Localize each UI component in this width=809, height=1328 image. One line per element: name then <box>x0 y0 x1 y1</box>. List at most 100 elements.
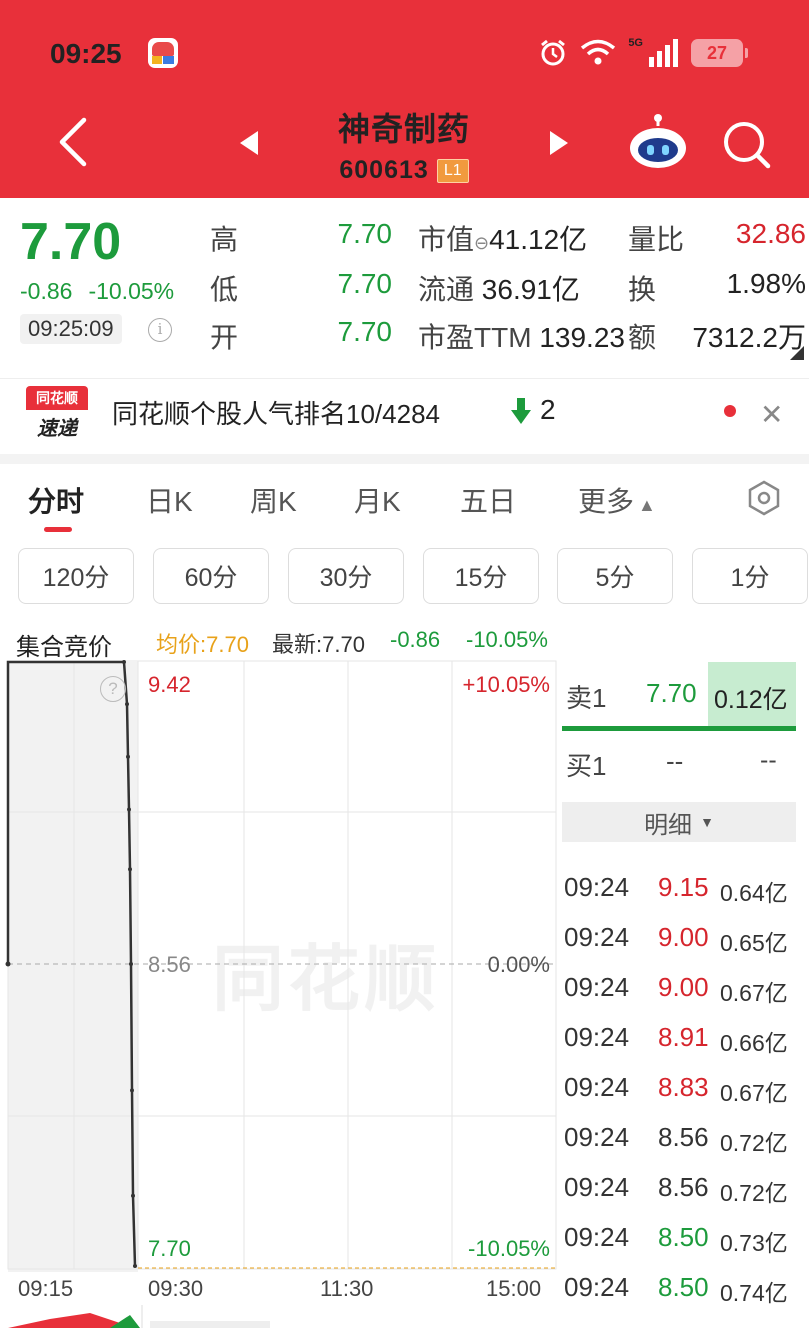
tick-volume: 0.72亿 <box>720 1130 788 1156</box>
pe-label: 市盈TTM <box>418 322 532 353</box>
turnover-label: 换 <box>628 274 657 305</box>
robot-assistant-icon[interactable] <box>626 112 690 172</box>
tick-row: 09:24 9.00 0.65亿 <box>562 922 802 972</box>
x-label-0915: 09:15 <box>18 1276 74 1301</box>
tick-volume: 0.72亿 <box>720 1180 788 1206</box>
prev-stock-button[interactable] <box>236 128 262 158</box>
y-label-mid: 8.56 <box>148 952 191 977</box>
tick-volume: 0.73亿 <box>720 1230 788 1256</box>
tick-volume: 0.66亿 <box>720 1030 788 1056</box>
info-icon[interactable]: i <box>148 318 172 342</box>
tick-row: 09:24 9.00 0.67亿 <box>562 972 802 1022</box>
tick-row: 09:24 8.50 0.73亿 <box>562 1222 802 1272</box>
market-cap-label: 市值 <box>418 224 475 255</box>
tick-row: 09:24 9.15 0.64亿 <box>562 872 802 922</box>
auction-label: 集合竞价 <box>16 634 112 661</box>
news-text[interactable]: 同花顺个股人气排名10/4284 <box>112 394 440 431</box>
data-point <box>130 1088 134 1093</box>
change-percent: -10.05% <box>88 278 175 304</box>
app-notification-icon <box>148 38 178 68</box>
amount-value: 7312.2万 <box>692 322 806 353</box>
quote-time: 09:25:09 <box>20 314 122 344</box>
tab-five-day[interactable]: 五日 <box>460 480 516 520</box>
close-icon[interactable]: ✕ <box>760 398 783 431</box>
pct-label-top: +10.05% <box>462 672 550 697</box>
tick-time: 09:24 <box>564 1072 630 1102</box>
next-stock-button[interactable] <box>546 128 572 158</box>
current-price: 7.70 <box>20 213 122 271</box>
order-book-divider <box>562 726 796 731</box>
tab-more[interactable]: 更多 ▲ <box>578 480 656 520</box>
search-icon[interactable] <box>720 118 772 170</box>
tick-price: 8.56 <box>658 1172 709 1202</box>
tick-time: 09:24 <box>564 972 630 1002</box>
period-5min[interactable]: 5分 <box>557 548 673 604</box>
tick-price: 9.00 <box>658 922 709 952</box>
tick-price: 9.15 <box>658 872 709 902</box>
rank-change: 2 <box>540 394 556 425</box>
buy1-volume: -- <box>760 746 777 774</box>
open-value: 7.70 <box>337 316 393 347</box>
expand-corner-icon[interactable] <box>790 346 804 360</box>
period-1min[interactable]: 1分 <box>692 548 808 604</box>
tick-row-partial <box>562 828 802 848</box>
x-label-0930: 09:30 <box>148 1276 204 1301</box>
news-logo: 同花顺 速递 <box>26 386 88 440</box>
tick-time: 09:24 <box>564 1122 630 1152</box>
tick-price: 8.50 <box>658 1222 709 1252</box>
tab-daily-k[interactable]: 日K <box>146 480 193 520</box>
data-point <box>122 660 126 664</box>
latest-price-label: 最新:7.70 <box>272 632 365 657</box>
tick-time: 09:24 <box>564 1222 630 1252</box>
tick-price: 8.83 <box>658 1072 709 1102</box>
signal-icon <box>649 39 678 67</box>
period-60min[interactable]: 60分 <box>153 548 269 604</box>
period-30min[interactable]: 30分 <box>288 548 404 604</box>
pct-label-bottom: -10.05% <box>468 1236 550 1261</box>
change-amount: -0.86 <box>20 278 73 304</box>
y-label-top: 9.42 <box>148 672 191 697</box>
data-point <box>125 702 129 707</box>
tick-volume: 0.64亿 <box>720 880 788 906</box>
alarm-icon <box>541 39 566 66</box>
turnover-value: 1.98% <box>726 268 806 299</box>
tick-volume: 0.67亿 <box>720 980 788 1006</box>
y-label-bottom: 7.70 <box>148 1236 191 1261</box>
sell1-label: 卖1 <box>566 683 607 713</box>
avg-price-label: 均价:7.70 <box>156 632 249 657</box>
sell1-volume: 0.12亿 <box>714 686 788 714</box>
tab-monthly-k[interactable]: 月K <box>354 480 401 520</box>
data-point <box>126 754 130 759</box>
low-label: 低 <box>210 274 239 305</box>
settings-icon[interactable] <box>746 480 782 516</box>
period-15min[interactable]: 15分 <box>423 548 539 604</box>
tick-row: 09:24 8.56 0.72亿 <box>562 1172 802 1222</box>
float-label: 流通 <box>418 274 475 305</box>
help-icon[interactable]: ? <box>100 676 126 702</box>
vol-ratio-value: 32.86 <box>735 218 806 249</box>
network-type: 5G <box>628 37 643 49</box>
stock-code: 600613 <box>339 156 429 184</box>
level-badge: L1 <box>436 158 469 183</box>
open-label: 开 <box>210 322 239 353</box>
tick-time: 09:24 <box>564 1172 630 1202</box>
data-point <box>127 807 131 812</box>
tick-price: 8.56 <box>658 1122 709 1152</box>
tab-timeshare[interactable]: 分时 <box>28 480 84 520</box>
high-label: 高 <box>210 224 239 255</box>
tick-price: 8.50 <box>658 1272 709 1302</box>
chart-change-pct: -10.05% <box>466 627 548 652</box>
back-button[interactable] <box>50 112 100 172</box>
market-cap-info-icon[interactable]: ⊖ <box>474 233 489 253</box>
buy1-price: -- <box>666 746 684 776</box>
wifi-icon <box>581 39 616 65</box>
status-time: 09:25 <box>50 38 122 69</box>
sell1-price: 7.70 <box>646 678 697 708</box>
data-point <box>129 962 133 966</box>
tick-time: 09:24 <box>564 1022 630 1052</box>
chart-change: -0.86 <box>390 627 441 652</box>
period-120min[interactable]: 120分 <box>18 548 134 604</box>
stock-name: 神奇制药 <box>337 111 470 147</box>
data-point <box>5 961 11 967</box>
tab-weekly-k[interactable]: 周K <box>250 480 297 520</box>
